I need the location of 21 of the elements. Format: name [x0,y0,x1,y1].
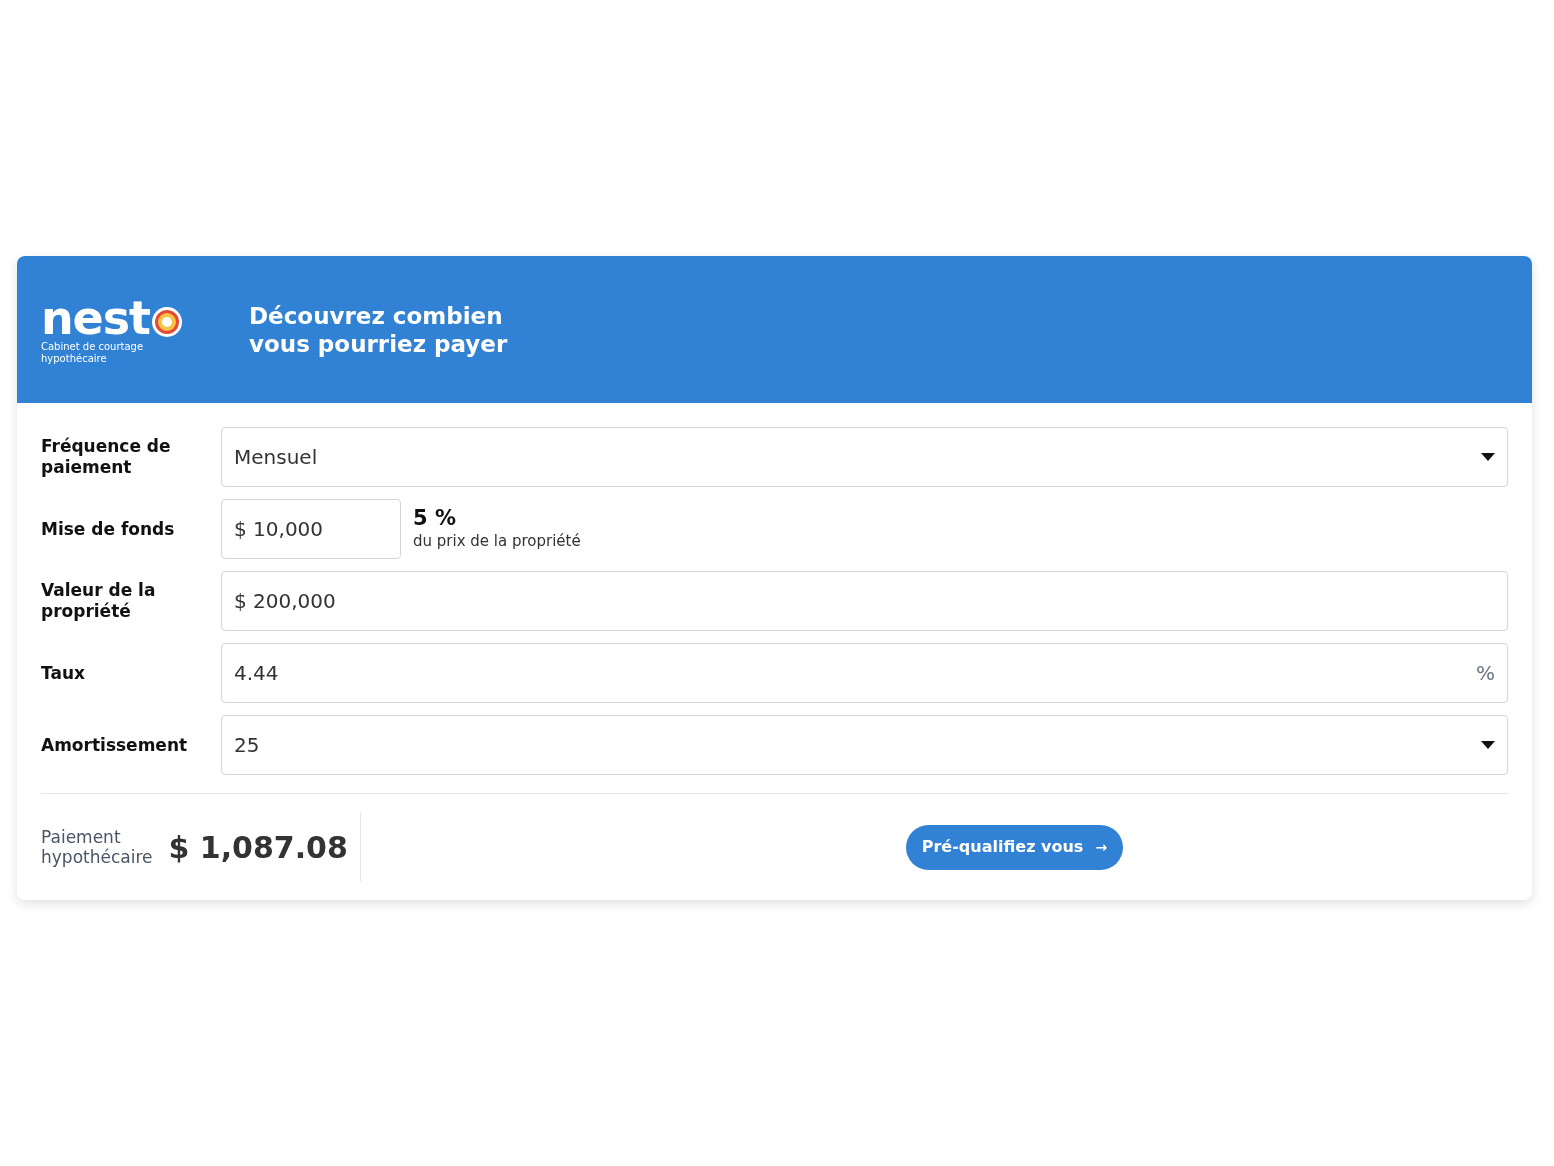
field-label: Mise de fonds [41,518,176,540]
percent-value: 5 % [413,505,457,530]
input-field[interactable]: $ 200,000 [221,571,1508,631]
tagline: Cabinet de courtage hypothécaire [41,340,145,365]
field-label: Amortissement [41,734,189,756]
input-field[interactable]: $ 10,000 [221,499,401,559]
prequalify-button[interactable]: Pré-qualifiez vous → [905,824,1124,870]
field-label: Fréquence de paiement [41,436,172,478]
input-field[interactable]: 4.44 % [221,643,1508,703]
logo-wordmark: nest [41,294,150,341]
percent-note: du prix de la propriété [413,530,581,552]
header-title: Découvrez combien vous pourriez payer [249,301,508,358]
field-label: Valeur de la propriété [41,580,157,622]
dropdown-caret-icon [1481,453,1495,461]
payment-amount: $ 1,087.08 [168,828,348,867]
dropdown[interactable]: Mensuel [221,427,1508,487]
payment-label: Paiement hypothécaire [41,827,153,867]
target-icon [150,305,183,338]
dropdown-caret-icon [1481,741,1495,749]
dropdown[interactable]: 25 [221,715,1508,775]
field-label: Taux [41,662,86,684]
